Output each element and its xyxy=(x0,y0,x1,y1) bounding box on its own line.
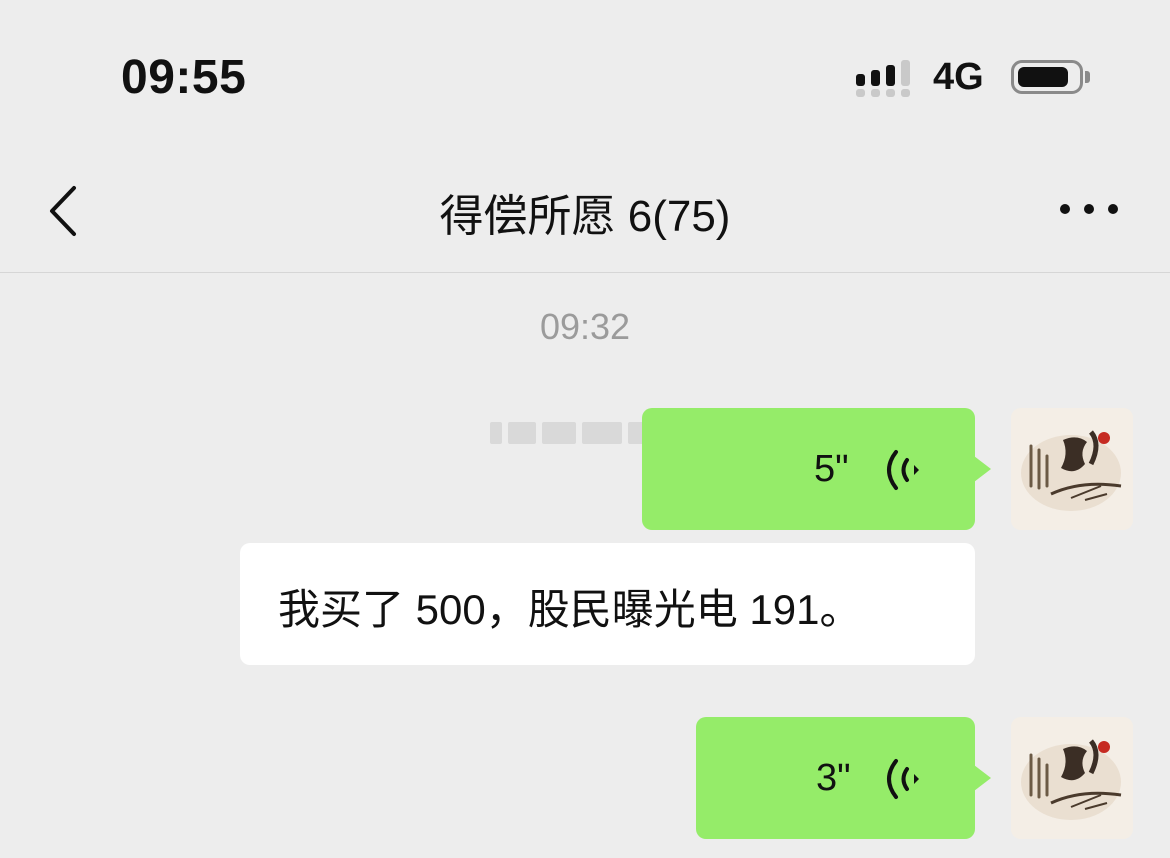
chat-title: 得偿所愿 6(75) xyxy=(439,192,731,241)
voice-message-bubble[interactable]: 3" xyxy=(696,717,991,839)
message-timestamp: 09:32 xyxy=(539,306,631,347)
network-type: 4G xyxy=(933,56,984,98)
voice-duration: 3" xyxy=(816,757,851,799)
text-message-bubble[interactable]: 我买了 500，股民曝光电 191。 xyxy=(240,543,975,665)
message-text: 我买了 500，股民曝光电 191。 xyxy=(278,586,862,633)
chat-nav-bar: 得偿所愿 6(75) xyxy=(0,150,1170,273)
more-options-button[interactable] xyxy=(1050,190,1130,226)
avatar[interactable] xyxy=(1011,408,1133,530)
battery-tip xyxy=(1085,71,1090,83)
status-bar: 09:55 4G xyxy=(0,0,1170,150)
status-time: 09:55 xyxy=(121,51,247,104)
avatar-calligraphy-image xyxy=(1011,717,1133,839)
avatar-calligraphy-image xyxy=(1011,408,1133,530)
avatar[interactable] xyxy=(1011,717,1133,839)
battery-icon xyxy=(1011,60,1083,94)
signal-strength-icon xyxy=(856,60,916,98)
voice-wave-icon xyxy=(887,759,919,799)
voice-message-bubble[interactable]: 5" xyxy=(642,408,991,530)
voice-wave-icon xyxy=(887,450,919,490)
voice-duration: 5" xyxy=(814,448,849,490)
